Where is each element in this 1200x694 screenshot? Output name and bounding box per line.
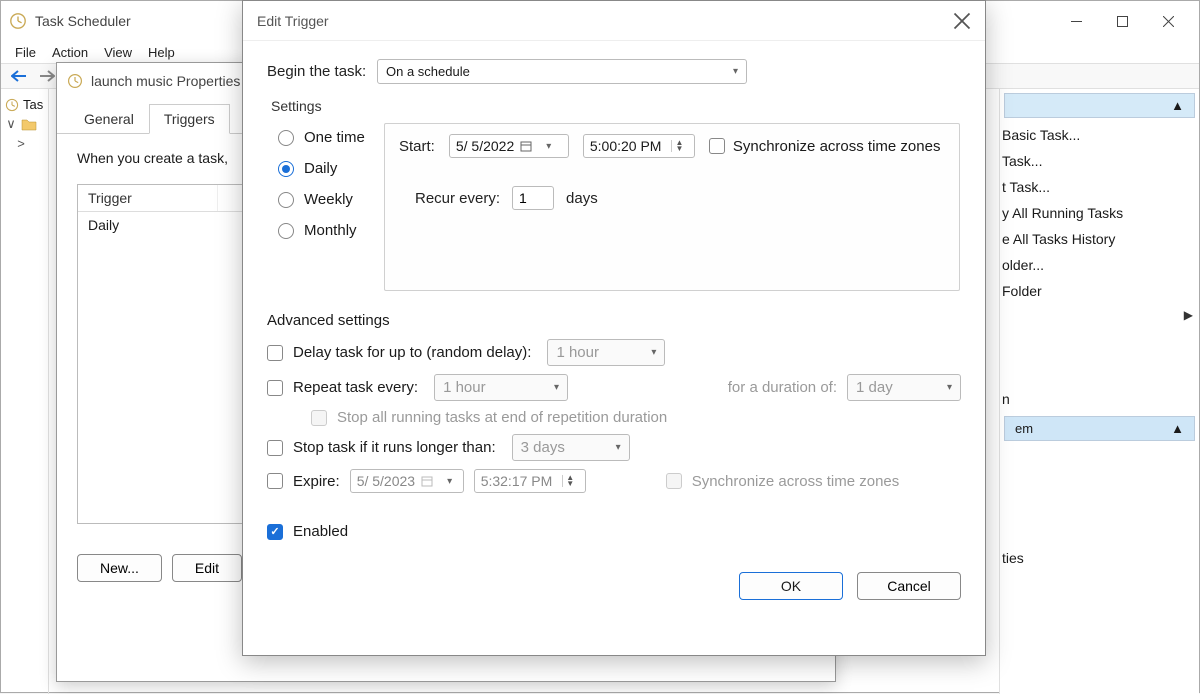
more-arrow-icon[interactable]: ▶	[1000, 304, 1199, 326]
minimize-button[interactable]	[1053, 6, 1099, 36]
start-date-input[interactable]: 5/ 5/2022 ▾	[449, 134, 569, 158]
settings-label: Settings	[271, 98, 961, 114]
action-item[interactable]: older...	[1000, 252, 1199, 278]
edit-footer: OK Cancel	[243, 562, 985, 616]
stop-if-checkbox[interactable]	[267, 440, 283, 456]
ok-button[interactable]: OK	[739, 572, 843, 600]
chevron-right-icon: >	[15, 136, 27, 151]
nav-back-button[interactable]	[7, 65, 31, 87]
edit-title: Edit Trigger	[257, 13, 329, 29]
action-item[interactable]: Task...	[1000, 148, 1199, 174]
stop-all-checkbox	[311, 410, 327, 426]
stop-all-label: Stop all running tasks at end of repetit…	[337, 409, 667, 426]
new-button[interactable]: New...	[77, 554, 162, 582]
edit-body: Begin the task: On a schedule ▾ Settings…	[243, 41, 985, 562]
delay-label: Delay task for up to (random delay):	[293, 344, 531, 361]
expire-label: Expire:	[293, 473, 340, 490]
edit-titlebar: Edit Trigger	[243, 1, 985, 41]
tab-triggers[interactable]: Triggers	[149, 104, 230, 134]
chevron-down-icon: ∨	[5, 116, 17, 132]
clock-icon	[5, 98, 19, 112]
delay-combo[interactable]: 1 hour▾	[547, 339, 665, 366]
enabled-checkbox[interactable]	[267, 524, 283, 540]
duration-combo[interactable]: 1 day▾	[847, 374, 961, 401]
radio-weekly[interactable]: Weekly	[278, 191, 384, 208]
close-button[interactable]	[1145, 6, 1191, 36]
calendar-icon	[520, 140, 532, 152]
calendar-icon	[421, 475, 433, 487]
action-item[interactable]: Folder	[1000, 278, 1199, 304]
cell-trigger: Daily	[78, 212, 129, 238]
menu-file[interactable]: File	[15, 45, 36, 60]
properties-title: launch music Properties	[91, 73, 240, 89]
menu-help[interactable]: Help	[148, 45, 175, 60]
edit-trigger-dialog: Edit Trigger Begin the task: On a schedu…	[242, 0, 986, 656]
edit-button[interactable]: Edit	[172, 554, 242, 582]
schedule-detail-box: Start: 5/ 5/2022 ▾ 5:00:20 PM ▲▼ Synchro…	[384, 123, 960, 291]
begin-task-value: On a schedule	[386, 64, 470, 79]
start-label: Start:	[399, 138, 435, 155]
action-item[interactable]: y All Running Tasks	[1000, 200, 1199, 226]
expire-sync-checkbox	[666, 473, 682, 489]
spinner-icon[interactable]: ▲▼	[562, 475, 574, 487]
advanced-settings-label: Advanced settings	[267, 312, 961, 329]
enabled-label: Enabled	[293, 523, 348, 540]
action-item[interactable]: t Task...	[1000, 174, 1199, 200]
actions-subheader[interactable]: em▲	[1004, 416, 1195, 441]
repeat-checkbox[interactable]	[267, 380, 283, 396]
cancel-button[interactable]: Cancel	[857, 572, 961, 600]
tree-expanded[interactable]: ∨	[5, 114, 44, 134]
stop-if-label: Stop task if it runs longer than:	[293, 439, 496, 456]
repeat-label: Repeat task every:	[293, 379, 418, 396]
menu-action[interactable]: Action	[52, 45, 88, 60]
radio-monthly[interactable]: Monthly	[278, 222, 384, 239]
actions-pane: ▲ Basic Task... Task... t Task... y All …	[999, 89, 1199, 694]
folder-icon	[21, 117, 37, 131]
recur-unit: days	[566, 190, 598, 207]
tree-root[interactable]: Tas	[5, 95, 44, 114]
action-item[interactable]: ties	[1000, 545, 1199, 571]
app-title: Task Scheduler	[35, 13, 131, 29]
maximize-button[interactable]	[1099, 6, 1145, 36]
repeat-combo[interactable]: 1 hour▾	[434, 374, 568, 401]
close-icon[interactable]	[953, 12, 971, 30]
begin-task-label: Begin the task:	[267, 63, 367, 80]
clock-icon	[67, 73, 83, 89]
recur-input[interactable]	[512, 186, 554, 210]
delay-checkbox[interactable]	[267, 345, 283, 361]
stop-if-combo[interactable]: 3 days▾	[512, 434, 630, 461]
radio-onetime[interactable]: One time	[278, 129, 384, 146]
expire-checkbox[interactable]	[267, 473, 283, 489]
chevron-down-icon: ▾	[733, 66, 738, 77]
radio-daily[interactable]: Daily	[278, 160, 384, 177]
chevron-down-icon: ▾	[546, 141, 551, 152]
recur-label: Recur every:	[415, 190, 500, 207]
schedule-radio-group: One time Daily Weekly Monthly	[268, 123, 384, 291]
action-item[interactable]: Basic Task...	[1000, 122, 1199, 148]
col-header-trigger[interactable]: Trigger	[78, 185, 218, 211]
start-time-input[interactable]: 5:00:20 PM ▲▼	[583, 134, 695, 158]
tree-root-label: Tas	[23, 97, 43, 112]
settings-box: One time Daily Weekly Monthly Start: 5/ …	[267, 122, 961, 292]
menu-view[interactable]: View	[104, 45, 132, 60]
expire-time-input[interactable]: 5:32:17 PM ▲▼	[474, 469, 586, 493]
duration-label: for a duration of:	[728, 379, 837, 396]
action-item[interactable]: e All Tasks History	[1000, 226, 1199, 252]
sync-tz-checkbox[interactable]	[709, 138, 725, 154]
expire-date-input[interactable]: 5/ 5/2023 ▾	[350, 469, 464, 493]
actions-header[interactable]: ▲	[1004, 93, 1195, 118]
expire-sync-label: Synchronize across time zones	[692, 473, 900, 490]
spinner-icon[interactable]: ▲▼	[671, 140, 683, 152]
action-item[interactable]: n	[1000, 386, 1199, 412]
tree-pane: Tas ∨ >	[1, 89, 49, 694]
tab-general[interactable]: General	[69, 104, 149, 134]
begin-task-combo[interactable]: On a schedule ▾	[377, 59, 747, 84]
clock-icon	[9, 12, 27, 30]
sync-tz-label: Synchronize across time zones	[733, 138, 941, 155]
tree-child[interactable]: >	[5, 134, 44, 153]
